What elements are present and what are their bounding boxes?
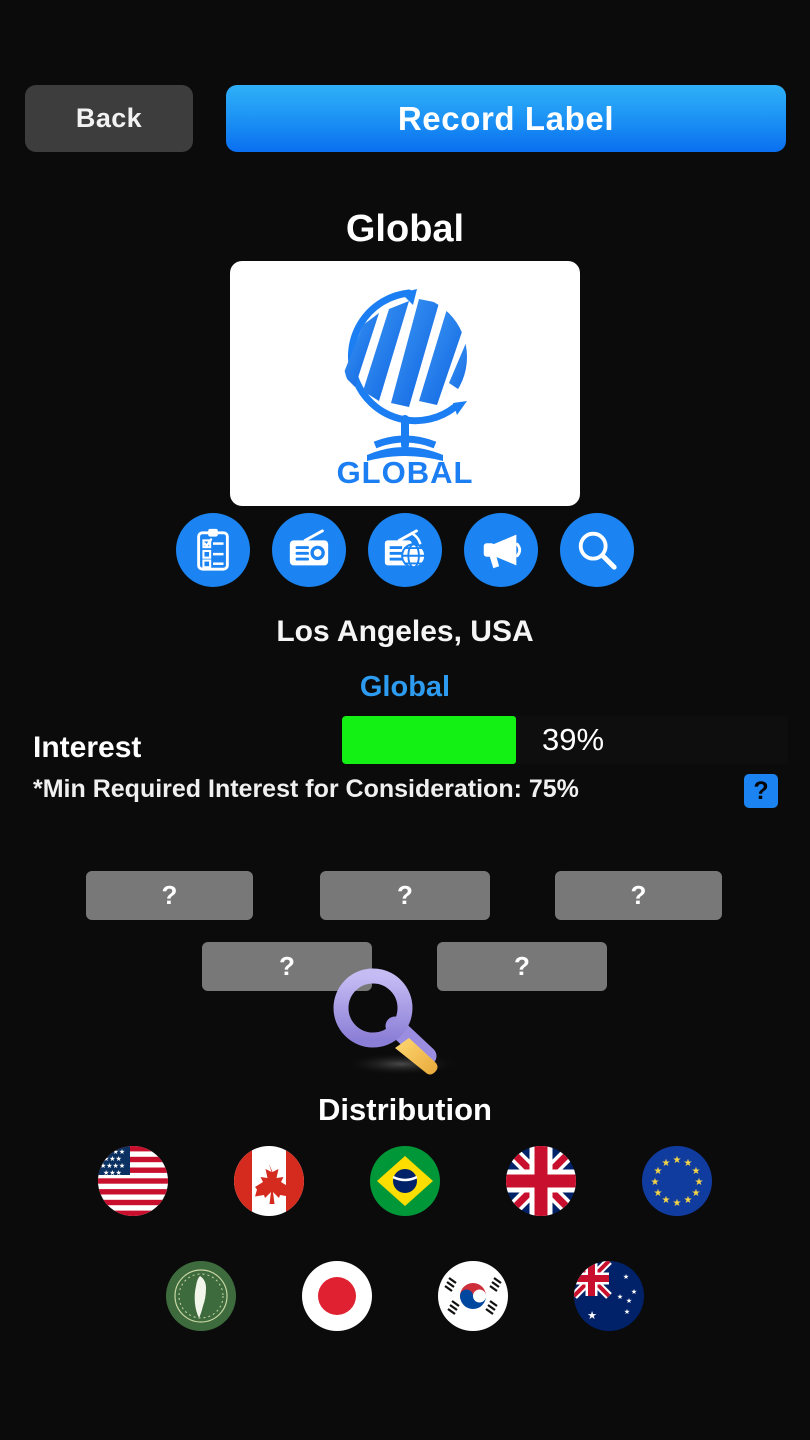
clipboard-checklist-icon [197, 528, 229, 571]
search-icon [578, 531, 617, 570]
page-title[interactable]: Record Label [226, 85, 786, 152]
logo-wordmark: GLOBAL [337, 455, 474, 489]
back-button[interactable]: Back [25, 85, 193, 152]
svg-text:★: ★ [662, 1195, 671, 1206]
min-interest-note: *Min Required Interest for Consideration… [33, 775, 579, 803]
svg-text:★: ★ [651, 1177, 660, 1188]
radio-icon-button[interactable] [272, 513, 346, 587]
interest-progress-bar: 39% [342, 716, 788, 764]
svg-text:★: ★ [654, 1188, 663, 1199]
svg-text:★: ★ [695, 1177, 704, 1188]
locked-slot-2-2[interactable]: ? [437, 942, 607, 991]
interest-percent: 39% [542, 722, 605, 757]
flag-canada[interactable] [234, 1146, 304, 1216]
locked-slot-1-2[interactable]: ? [320, 871, 490, 920]
distribution-flag-row-2: ★ ★ ★ ★ ★ ★ [0, 1261, 810, 1331]
label-location: Los Angeles, USA [276, 615, 534, 648]
flag-canada-icon [234, 1146, 304, 1216]
svg-text:★: ★ [587, 1310, 597, 1322]
megaphone-icon [483, 534, 522, 569]
svg-text:★: ★ [662, 1158, 671, 1169]
flag-japan[interactable] [302, 1261, 372, 1331]
flag-eu[interactable]: ★ ★ ★ ★ ★ ★ ★ ★ ★ ★ ★ ★ [642, 1146, 712, 1216]
svg-text:★: ★ [692, 1188, 701, 1199]
radio-globe-icon-button[interactable] [368, 513, 442, 587]
svg-text:★: ★ [623, 1273, 629, 1281]
distribution-flag-row-1: ★★★★ ★★★ ★★★★ ★★★ ★ ★ ★ ★ ★ ★ ★ ★ ★ ★ ★ … [0, 1146, 810, 1216]
flag-eu-icon: ★ ★★ ★★★ ★★★ ★★★ [642, 1146, 712, 1216]
svg-text:★: ★ [617, 1293, 623, 1301]
radio-icon [289, 529, 329, 566]
flag-south-korea[interactable] [438, 1261, 508, 1331]
svg-text:★: ★ [673, 1198, 682, 1209]
svg-text:★: ★ [626, 1297, 632, 1305]
search-icon-button[interactable] [560, 513, 634, 587]
flag-african-union-icon [166, 1261, 236, 1331]
interest-progress-fill [342, 716, 516, 764]
help-button[interactable]: ? [744, 774, 778, 808]
svg-text:★★★: ★★★ [103, 1169, 122, 1177]
label-logo-card: GLOBAL [230, 261, 580, 506]
clipboard-checklist-icon-button[interactable] [176, 513, 250, 587]
interest-label: Interest [33, 731, 142, 764]
record-label-screen: Back Record Label Global GLOBAL Los Ange… [0, 0, 810, 1440]
label-name: Global [345, 208, 465, 250]
flag-brazil[interactable] [370, 1146, 440, 1216]
flag-uk-icon [506, 1146, 576, 1216]
svg-text:★★★★: ★★★★ [100, 1162, 125, 1170]
svg-text:★: ★ [692, 1166, 701, 1177]
flag-usa[interactable]: ★★★★ ★★★ ★★★★ ★★★ [98, 1146, 168, 1216]
label-genre: Global [359, 671, 451, 703]
locked-slot-1-3[interactable]: ? [555, 871, 722, 920]
locked-slot-1-1[interactable]: ? [86, 871, 253, 920]
action-icon-row [0, 513, 810, 591]
radio-globe-icon [384, 529, 427, 569]
globe-on-stand-icon: GLOBAL [337, 288, 474, 489]
top-bar: Back Record Label [0, 85, 810, 153]
flag-australia[interactable]: ★ ★ ★ ★ ★ ★ [574, 1261, 644, 1331]
flag-uk[interactable] [506, 1146, 576, 1216]
distribution-title: Distribution [318, 1092, 492, 1127]
megaphone-icon-button[interactable] [464, 513, 538, 587]
locked-slot-2-1[interactable]: ? [202, 942, 372, 991]
svg-text:★★★★: ★★★★ [100, 1148, 125, 1156]
flag-japan-icon [302, 1261, 372, 1331]
svg-text:★: ★ [673, 1155, 682, 1166]
svg-text:★: ★ [624, 1308, 630, 1316]
svg-text:★★★: ★★★ [103, 1155, 122, 1163]
svg-text:★: ★ [631, 1288, 637, 1296]
svg-text:★: ★ [684, 1195, 693, 1206]
flag-african-union[interactable] [166, 1261, 236, 1331]
flag-usa-icon: ★★★★★★★ ★★★★★★★ [98, 1146, 168, 1216]
flag-south-korea-icon [438, 1261, 508, 1331]
flag-australia-icon: ★ ★★ ★★ ★ [574, 1261, 644, 1331]
flag-brazil-icon [370, 1146, 440, 1216]
